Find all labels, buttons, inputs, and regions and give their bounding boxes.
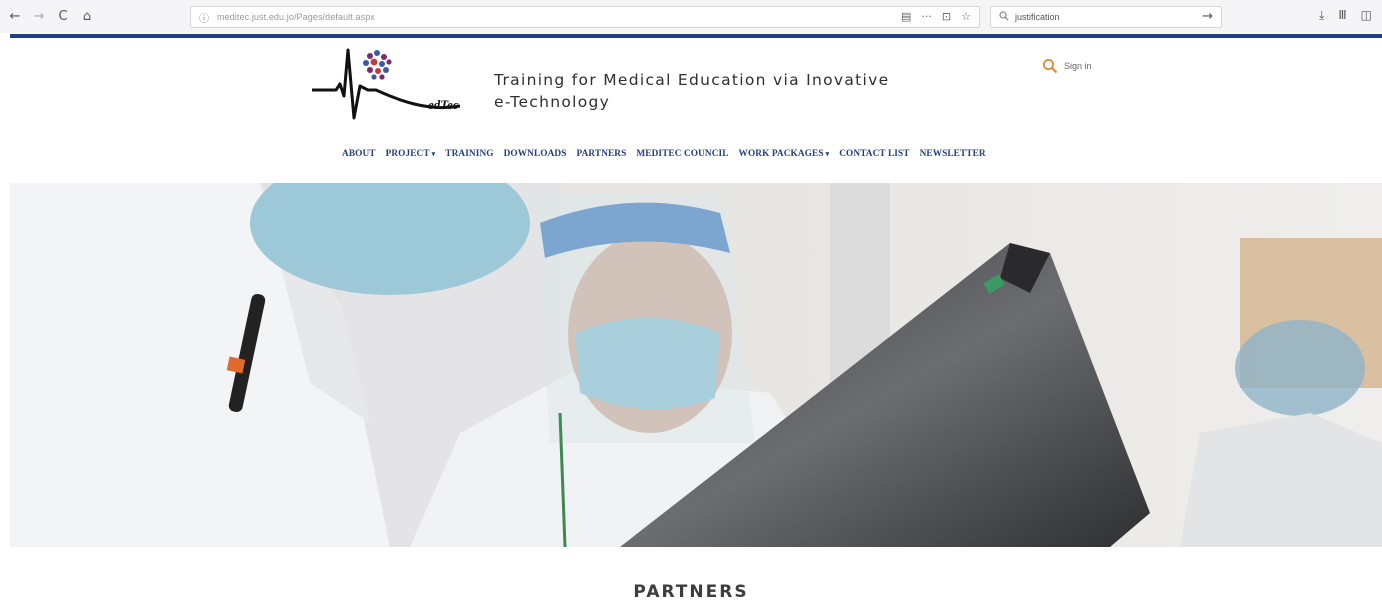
bookmark-star-icon[interactable]: ☆ [961,10,971,23]
main-navigation: ABOUT PROJECT ▾ TRAINING DOWNLOADS PARTNERS ME… [342,149,996,159]
nav-item-label: TRAINING [445,149,494,159]
tagline-line-1: Training for Medical Education via Inova… [494,71,890,89]
nav-item-label: WORK PACKAGES [738,149,824,159]
download-icon[interactable]: ⤓ [1319,8,1324,23]
nav-item-label: CONTACT LIST [839,149,910,159]
reader-view-icon[interactable]: ▤ [901,10,911,23]
site-header: edTec Training for Medical Education via… [0,38,1382,180]
nav-item-about[interactable]: ABOUT [342,149,376,159]
search-go-icon[interactable]: → [1202,9,1213,24]
info-icon[interactable]: ⓘ [199,10,209,25]
sidebar-icon[interactable]: ◫ [1361,8,1372,23]
nav-item-work-packages[interactable]: WORK PACKAGES ▾ [739,149,830,159]
search-icon[interactable] [1042,58,1058,74]
nav-item-training[interactable]: TRAINING [445,149,493,159]
tagline-line-2: e-Technology [494,93,611,111]
nav-item-label: PARTNERS [576,149,627,159]
chevron-down-icon: ▾ [431,150,436,158]
search-icon [999,10,1009,24]
nav-item-downloads[interactable]: DOWNLOADS [504,149,567,159]
section-title: PARTNERS [633,582,749,602]
site-tagline: Training for Medical Education via Inova… [494,69,889,113]
nav-item-label: ABOUT [342,149,376,159]
nav-buttons: ← → C ⌂ [0,8,190,26]
sign-in-link[interactable]: Sign in [1042,58,1092,74]
toolbar-right: ⤓ Ⅲ ◫ [1319,8,1372,23]
library-icon[interactable]: Ⅲ [1338,8,1346,23]
url-text[interactable]: meditec.just.edu.jo/Pages/default.aspx [217,12,375,22]
sign-in-label[interactable]: Sign in [1064,61,1092,71]
hero-image [10,183,1382,547]
nav-item-partners[interactable]: PARTNERS [577,149,627,159]
search-bar[interactable]: justification → [990,6,1222,28]
logo-wordmark: edTec [428,97,459,112]
nav-item-project[interactable]: PROJECT ▾ [386,149,436,159]
page-actions-icon[interactable]: ··· [921,10,932,23]
url-actions: ▤ ··· ⊡ ☆ [901,10,971,23]
home-icon[interactable]: ⌂ [78,8,96,26]
chevron-down-icon: ▾ [825,150,830,158]
nav-item-label: PROJECT [385,149,430,159]
nav-item-contact-list[interactable]: CONTACT LIST [839,149,909,159]
url-bar[interactable]: ⓘ meditec.just.edu.jo/Pages/default.aspx… [190,6,980,28]
nav-item-newsletter[interactable]: NEWSLETTER [920,149,986,159]
meditec-logo[interactable]: edTec [310,46,485,124]
nav-item-label: DOWNLOADS [503,149,567,159]
reload-icon[interactable]: C [54,8,72,26]
back-icon[interactable]: ← [6,8,24,26]
nav-item-meditec-council[interactable]: MEDITEC COUNCIL [636,149,728,159]
forward-icon[interactable]: → [30,8,48,26]
browser-toolbar: ← → C ⌂ ⓘ meditec.just.edu.jo/Pages/defa… [0,0,1382,33]
search-input[interactable]: justification [1015,12,1060,22]
pocket-icon[interactable]: ⊡ [942,10,951,23]
nav-item-label: NEWSLETTER [919,149,986,159]
nav-item-label: MEDITEC COUNCIL [636,149,729,159]
